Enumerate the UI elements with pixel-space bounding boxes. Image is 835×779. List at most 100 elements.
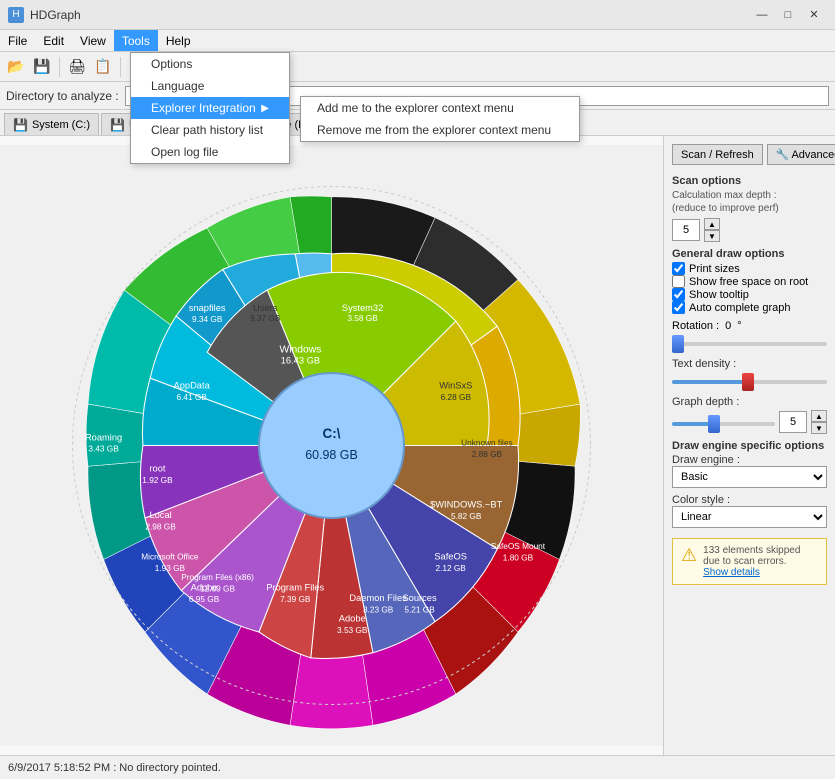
graph-area: C:\ 60.98 GB Windows 16.43 GB System32 3… xyxy=(0,136,663,755)
label-root: root xyxy=(149,463,165,473)
label-system32-size: 3.58 GB xyxy=(347,314,378,323)
scan-refresh-button[interactable]: Scan / Refresh xyxy=(672,144,763,165)
graph-depth-slider[interactable] xyxy=(672,412,775,432)
menu-help[interactable]: Help xyxy=(158,30,199,51)
rotation-section: Rotation : 0 ° xyxy=(672,320,827,352)
label-roaming-size: 3.43 GB xyxy=(88,445,119,454)
graph-depth-track xyxy=(672,422,775,426)
open-log-label: Open log file xyxy=(151,145,218,159)
graph-depth-thumb[interactable] xyxy=(708,415,720,433)
minimize-button[interactable]: — xyxy=(749,5,775,25)
autocomplete-checkbox[interactable] xyxy=(672,301,685,314)
text-density-slider[interactable] xyxy=(672,370,827,390)
tab-label: System (C:) xyxy=(32,119,90,131)
label-appdata-size: 6.41 GB xyxy=(176,393,207,402)
menu-tools[interactable]: Tools xyxy=(114,30,158,51)
menu-file[interactable]: File xyxy=(0,30,35,51)
open-button[interactable]: 📂 xyxy=(4,55,28,79)
draw-options-section: General draw options Print sizes Show fr… xyxy=(672,248,827,314)
advanced-label: Advanced... xyxy=(791,149,835,161)
graph-depth-spinner: ▲ ▼ xyxy=(811,410,827,434)
label-progfiles-size: 7.39 GB xyxy=(280,595,311,604)
rotation-slider[interactable] xyxy=(672,332,827,352)
free-space-row: Show free space on root xyxy=(672,275,827,288)
graph-depth-up[interactable]: ▲ xyxy=(811,410,827,422)
show-details-link[interactable]: Show details xyxy=(703,567,760,578)
label-progfiles: Program Files xyxy=(266,583,324,593)
text-density-filled xyxy=(672,380,750,384)
advanced-icon: 🔧 xyxy=(776,148,790,161)
free-space-checkbox[interactable] xyxy=(672,275,685,288)
graph-depth-down[interactable]: ▼ xyxy=(811,422,827,434)
text-density-thumb[interactable] xyxy=(742,373,754,391)
rotation-row: Rotation : 0 ° xyxy=(672,320,827,332)
print-button[interactable]: 🖨 xyxy=(65,55,89,79)
autocomplete-label: Auto complete graph xyxy=(689,302,791,314)
label-safeos: SafeOS xyxy=(434,551,467,561)
label-adobe2-size: 3.53 GB xyxy=(337,626,368,635)
label-winbt: $WINDOWS.~BT xyxy=(430,500,502,510)
scan-options-title: Scan options xyxy=(672,175,827,187)
tooltip-label: Show tooltip xyxy=(689,289,749,301)
titlebar: H HDGraph — □ ✕ xyxy=(0,0,835,30)
draw-engine-label: Draw engine : xyxy=(672,454,827,466)
language-label: Language xyxy=(151,79,204,93)
tooltip-row: Show tooltip xyxy=(672,288,827,301)
print-sizes-checkbox[interactable] xyxy=(672,262,685,275)
menubar: File Edit View Tools Help xyxy=(0,30,835,52)
copy-button[interactable]: 📋 xyxy=(91,55,115,79)
calc-depth-up[interactable]: ▲ xyxy=(704,218,720,230)
menu-clear-history[interactable]: Clear path history list xyxy=(131,119,289,141)
rotation-unit: ° xyxy=(737,320,741,332)
center-circle[interactable] xyxy=(259,373,404,518)
label-safeos-mount-size: 1.80 GB xyxy=(503,553,534,562)
tooltip-checkbox[interactable] xyxy=(672,288,685,301)
draw-engine-select[interactable]: Basic Advanced xyxy=(672,466,827,488)
label-roaming: Roaming xyxy=(85,432,122,442)
app-icon: H xyxy=(8,7,24,23)
close-button[interactable]: ✕ xyxy=(801,5,827,25)
text-density-section: Text density : xyxy=(672,358,827,390)
graph-svg[interactable]: C:\ 60.98 GB Windows 16.43 GB System32 3… xyxy=(0,136,663,755)
graph-depth-label: Graph depth : xyxy=(672,396,827,408)
add-context-menu[interactable]: Add me to the explorer context menu xyxy=(301,97,579,119)
warning-text: 133 elements skipped due to scan errors. xyxy=(703,545,818,567)
color-style-label: Color style : xyxy=(672,494,827,506)
autocomplete-row: Auto complete graph xyxy=(672,301,827,314)
warning-icon: ⚠ xyxy=(681,545,697,566)
text-density-label: Text density : xyxy=(672,358,827,370)
label-adobe2: Adobe xyxy=(339,614,366,624)
remove-context-menu[interactable]: Remove me from the explorer context menu xyxy=(301,119,579,141)
text-density-track xyxy=(672,380,827,384)
warning-box: ⚠ 133 elements skipped due to scan error… xyxy=(672,538,827,585)
menu-edit[interactable]: Edit xyxy=(35,30,72,51)
label-windows: Windows xyxy=(279,344,321,355)
graph-depth-input[interactable] xyxy=(779,411,807,433)
menu-open-log[interactable]: Open log file xyxy=(131,141,289,163)
label-snapfiles: snapfiles xyxy=(189,303,226,313)
menu-options[interactable]: Options xyxy=(131,53,289,75)
label-winsxs: WinSxS xyxy=(439,381,472,391)
label-progfilesx86: Program Files (x86) xyxy=(181,573,254,582)
label-system32: System32 xyxy=(342,303,383,313)
label-msoffice: Microsoft Office xyxy=(141,552,199,561)
menu-language[interactable]: Language xyxy=(131,75,289,97)
draw-engine-title: Draw engine specific options xyxy=(672,440,827,452)
tab-system-c[interactable]: 💾 System (C:) xyxy=(4,113,99,135)
menu-view[interactable]: View xyxy=(72,30,114,51)
advanced-button[interactable]: 🔧 Advanced... xyxy=(767,144,835,165)
color-style-select[interactable]: Linear Rainbow Monochrome xyxy=(672,506,827,528)
panel-header-row: Scan / Refresh 🔧 Advanced... xyxy=(672,144,827,165)
label-adobe1-size: 6.95 GB xyxy=(189,595,220,604)
right-panel: Scan / Refresh 🔧 Advanced... Scan option… xyxy=(663,136,835,755)
save-button[interactable]: 💾 xyxy=(30,55,54,79)
calc-depth-label: Calculation max depth : xyxy=(672,189,827,202)
maximize-button[interactable]: □ xyxy=(775,5,801,25)
calc-depth-input[interactable] xyxy=(672,219,700,241)
calc-depth-down[interactable]: ▼ xyxy=(704,230,720,242)
titlebar-controls: — □ ✕ xyxy=(749,5,827,25)
graph-depth-filled xyxy=(672,422,713,426)
rotation-thumb[interactable] xyxy=(672,335,684,353)
label-winsxs-size: 6.28 GB xyxy=(441,393,472,402)
menu-explorer-integration[interactable]: Explorer Integration ▶ xyxy=(131,97,289,119)
